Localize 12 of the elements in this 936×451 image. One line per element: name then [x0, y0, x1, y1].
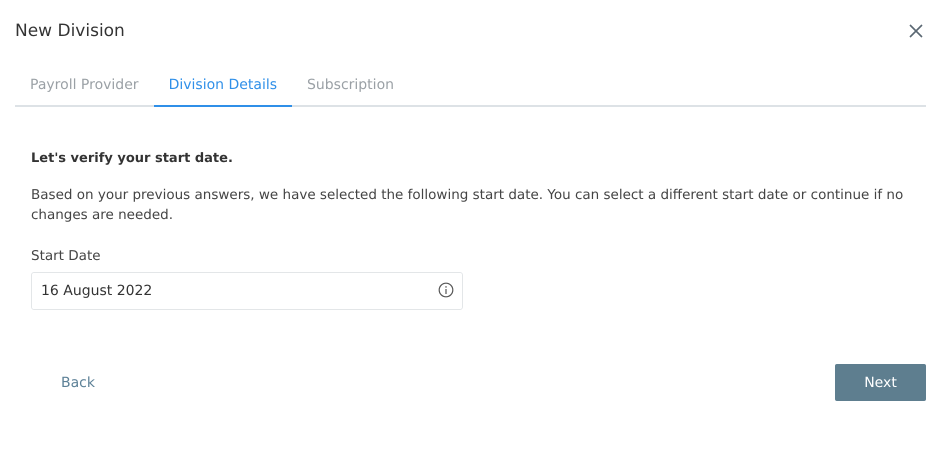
field-label: Start Date: [31, 248, 102, 264]
tab[interactable]: Payroll Provider: [15, 68, 154, 107]
description-text: Based on your previous answers, we have selected the following start date. You can select a different start date or continue if no changes are needed.: [31, 186, 904, 225]
back-button[interactable]: Back: [43, 368, 113, 396]
info-icon[interactable]: [438, 282, 454, 298]
date-field[interactable]: 16 August 2022: [31, 272, 463, 310]
section-heading: Let's verify your start date.: [31, 151, 234, 166]
next-button[interactable]: Next: [835, 364, 926, 401]
tab[interactable]: Subscription: [292, 68, 410, 107]
close-icon[interactable]: [909, 24, 923, 38]
dialog-title: New Division: [15, 21, 125, 41]
tab[interactable]: Division Details: [154, 68, 292, 107]
